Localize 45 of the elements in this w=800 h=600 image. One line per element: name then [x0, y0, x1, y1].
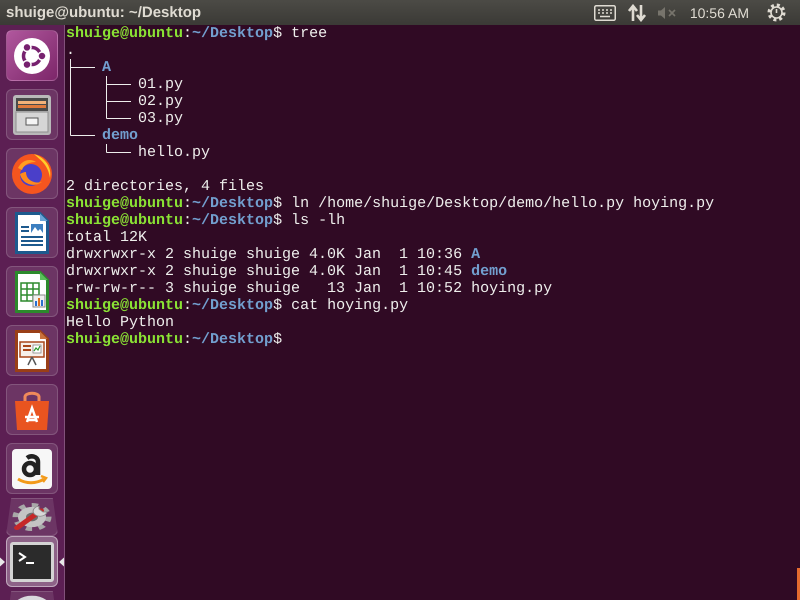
terminal-icon: [10, 542, 54, 582]
scroll-indicator: [797, 568, 800, 600]
writer-button[interactable]: [6, 207, 58, 258]
tree-connector: [106, 76, 131, 120]
prompt-line: shuige@ubuntu:~/Desktop$ ln /home/shuige/Desktop/demo/hello.py hoying.py: [66, 195, 716, 212]
output-line: Hello Python: [66, 314, 176, 331]
listing-line: -rw-rw-r-- 3 shuige shuige 13 Jan 1 10:52 hoying.py: [66, 280, 554, 297]
tree-entry: hello.py: [138, 144, 210, 161]
presentation-icon: [15, 330, 49, 372]
tree-summary: 2 directories, 4 files: [66, 178, 266, 195]
keyboard-icon[interactable]: [594, 4, 616, 20]
document-icon: [15, 212, 49, 254]
prompt-line: shuige@ubuntu:~/Desktop$ tree: [66, 25, 328, 42]
tree-entry: 03.py: [138, 110, 184, 127]
dash-button[interactable]: [6, 30, 58, 81]
window-title: shuige@ubuntu: ~/Desktop: [6, 4, 202, 21]
clock[interactable]: 10:56 AM: [690, 4, 749, 20]
software-button[interactable]: [6, 384, 58, 435]
settings-button[interactable]: [6, 498, 58, 536]
fox-globe-icon: [12, 154, 52, 194]
browser-button[interactable]: [6, 148, 58, 199]
listing-line: drwxrwxr-x 2 shuige shuige 4.0K Jan 1 10:36 A: [66, 246, 482, 263]
file-cabinet-icon: [13, 94, 51, 134]
ring-logo-icon: [14, 38, 50, 74]
prompt-line: shuige@ubuntu:~/Desktop$ cat hoying.py: [66, 297, 410, 314]
tree-entry: demo: [102, 127, 139, 144]
tree-entry: 02.py: [138, 93, 184, 110]
listing-line: drwxrwxr-x 2 shuige shuige 4.0K Jan 1 10:45 demo: [66, 263, 508, 280]
prompt-line: shuige@ubuntu:~/Desktop$ ls -lh: [66, 212, 346, 229]
tree-entry: 01.py: [138, 76, 184, 93]
terminal-button[interactable]: [6, 536, 58, 587]
gear-icon[interactable]: [767, 3, 786, 22]
store-button[interactable]: [6, 443, 58, 494]
spreadsheet-button[interactable]: [6, 266, 58, 317]
files-button[interactable]: [6, 89, 58, 140]
shopping-bag-icon: [13, 390, 51, 430]
presentation-button[interactable]: [6, 325, 58, 376]
tree-root: .: [66, 42, 76, 59]
output-line: total 12K: [66, 229, 148, 246]
tree-connector: [106, 144, 131, 154]
tree-entry: A: [102, 59, 112, 76]
gear-wrench-icon: [11, 502, 53, 532]
network-arrows-icon[interactable]: [628, 4, 646, 22]
spreadsheet-icon: [15, 270, 49, 312]
prompt-line: shuige@ubuntu:~/Desktop$: [66, 331, 284, 348]
